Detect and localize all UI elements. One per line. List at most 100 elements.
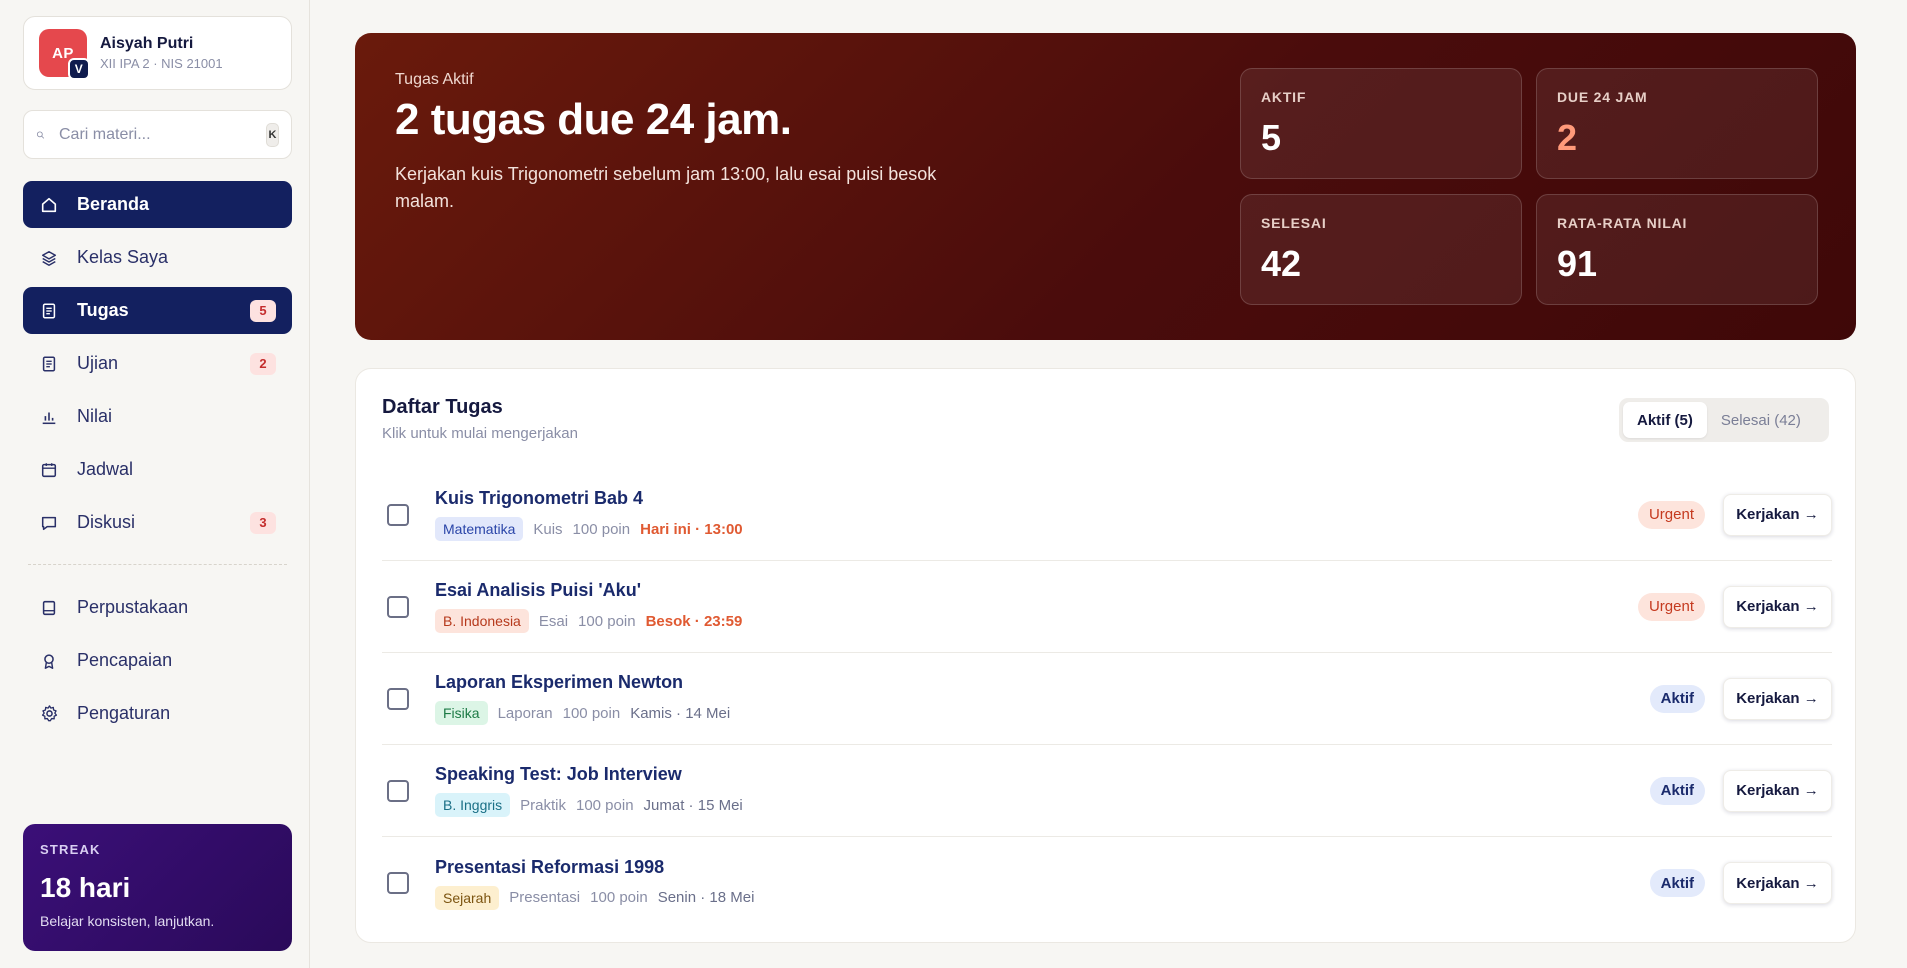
avatar-badge: V <box>68 58 90 80</box>
sidebar-item-beranda[interactable]: Beranda <box>23 181 292 228</box>
search-box[interactable]: K <box>23 110 292 159</box>
task-points: 100 poin <box>590 889 648 906</box>
sidebar-item-nilai[interactable]: Nilai <box>23 393 292 440</box>
task-title[interactable]: Esai Analisis Puisi 'Aku' <box>435 580 1638 601</box>
status-badge: Aktif <box>1649 869 1705 897</box>
status-badge: Urgent <box>1637 592 1705 621</box>
subject-tag: Fisika <box>435 701 488 725</box>
task-title[interactable]: Presentasi Reformasi 1998 <box>435 857 1650 878</box>
start-task-button[interactable]: Kerjakan → <box>1723 493 1832 536</box>
task-title[interactable]: Laporan Eksperimen Newton <box>435 672 1650 693</box>
sidebar-item-kelas-saya[interactable]: Kelas Saya <box>23 234 292 281</box>
stat-card-average: RATA-RATA NILAI 91 <box>1536 194 1818 305</box>
start-task-button[interactable]: Kerjakan → <box>1723 677 1832 720</box>
sidebar-item-pengaturan[interactable]: Pengaturan <box>23 690 292 737</box>
sidebar-item-jadwal[interactable]: Jadwal <box>23 446 292 493</box>
panel-subtitle: Klik untuk mulai mengerjakan <box>382 425 578 442</box>
home-icon <box>39 195 59 215</box>
task-info: Kuis Trigonometri Bab 4 Matematika Kuis … <box>435 488 1638 541</box>
sidebar-item-label: Pencapaian <box>77 650 173 670</box>
task-checkbox[interactable] <box>387 503 409 526</box>
subject-tag: Matematika <box>435 517 524 541</box>
sidebar-item-label: Ujian <box>77 353 119 373</box>
sidebar-item-label: Perpustakaan <box>77 597 189 617</box>
task-checkbox[interactable] <box>387 687 409 710</box>
hero-title: 2 tugas due 24 jam. <box>395 95 792 144</box>
task-meta: Matematika Kuis 100 poin Hari ini · 13:0… <box>435 517 1638 541</box>
profile-card[interactable]: AP V Aisyah Putri XII IPA 2 · NIS 21001 <box>23 16 292 90</box>
sidebar-item-label: Diskusi <box>77 512 136 532</box>
task-title[interactable]: Kuis Trigonometri Bab 4 <box>435 488 1638 509</box>
search-input[interactable] <box>59 125 266 144</box>
table-row[interactable]: Laporan Eksperimen Newton Fisika Laporan… <box>382 653 1832 745</box>
stat-value: 42 <box>1261 243 1302 284</box>
stat-label: DUE 24 JAM <box>1557 89 1648 105</box>
stat-label: AKTIF <box>1261 89 1307 105</box>
calendar-icon <box>39 460 59 480</box>
task-meta: Fisika Laporan 100 poin Kamis · 14 Mei <box>435 701 1650 725</box>
streak-subtitle: Belajar konsisten, lanjutkan. <box>40 913 215 929</box>
task-due: Kamis · 14 Mei <box>630 704 731 722</box>
sidebar-item-label: Pengaturan <box>77 703 171 723</box>
task-due: Hari ini · 13:00 <box>640 520 743 538</box>
award-icon <box>39 651 59 671</box>
sidebar-item-label: Kelas Saya <box>77 247 169 267</box>
task-checkbox[interactable] <box>387 872 409 894</box>
tab-selesai[interactable]: Selesai (42) <box>1707 402 1815 438</box>
table-row[interactable]: Esai Analisis Puisi 'Aku' B. Indonesia E… <box>382 561 1832 653</box>
streak-value: 18 hari <box>40 872 131 903</box>
sidebar-item-diskusi[interactable]: Diskusi 3 <box>23 499 292 546</box>
task-type: Praktik <box>520 796 566 814</box>
stat-value: 91 <box>1557 243 1598 284</box>
task-checkbox[interactable] <box>387 595 409 618</box>
subject-tag: B. Inggris <box>435 793 511 817</box>
task-due: Senin · 18 Mei <box>657 889 755 906</box>
status-badge: Urgent <box>1637 500 1705 529</box>
table-row[interactable]: Speaking Test: Job Interview B. Inggris … <box>382 745 1832 837</box>
sidebar-item-tugas[interactable]: Tugas 5 <box>23 287 292 334</box>
task-type: Laporan <box>497 704 553 722</box>
table-row[interactable]: Kuis Trigonometri Bab 4 Matematika Kuis … <box>382 469 1832 561</box>
book-icon <box>39 598 59 618</box>
table-row[interactable]: Presentasi Reformasi 1998 Sejarah Presen… <box>382 837 1832 929</box>
task-panel: Daftar Tugas Klik untuk mulai mengerjaka… <box>355 368 1856 943</box>
start-task-button[interactable]: Kerjakan → <box>1723 769 1832 812</box>
stat-label: RATA-RATA NILAI <box>1557 215 1688 231</box>
task-meta: B. Inggris Praktik 100 poin Jumat · 15 M… <box>435 793 1650 817</box>
stat-card-selesai: SELESAI 42 <box>1240 194 1522 305</box>
hero-banner: Tugas Aktif 2 tugas due 24 jam. Kerjakan… <box>355 33 1856 340</box>
task-info: Laporan Eksperimen Newton Fisika Laporan… <box>435 672 1650 725</box>
start-task-button[interactable]: Kerjakan → <box>1723 585 1832 628</box>
sidebar-item-pencapaian[interactable]: Pencapaian <box>23 637 292 684</box>
task-filter-tabs: Aktif (5) Selesai (42) <box>1619 398 1829 442</box>
sidebar-item-perpustakaan[interactable]: Perpustakaan <box>23 584 292 631</box>
profile-name: Aisyah Putri <box>100 35 194 52</box>
nav-divider <box>28 564 287 565</box>
task-checkbox[interactable] <box>387 779 409 802</box>
tab-aktif[interactable]: Aktif (5) <box>1623 402 1707 438</box>
search-icon <box>36 130 45 139</box>
task-meta: B. Indonesia Esai 100 poin Besok · 23:59 <box>435 609 1638 633</box>
task-points: 100 poin <box>578 612 636 630</box>
task-type: Kuis <box>533 520 563 538</box>
subject-tag: B. Indonesia <box>435 609 529 633</box>
layers-icon <box>39 248 59 268</box>
task-info: Presentasi Reformasi 1998 Sejarah Presen… <box>435 857 1650 910</box>
sidebar-item-label: Jadwal <box>77 459 134 479</box>
status-badge: Aktif <box>1649 776 1705 805</box>
start-task-button[interactable]: Kerjakan → <box>1723 862 1832 904</box>
hero-eyebrow: Tugas Aktif <box>395 71 474 88</box>
stat-card-due: DUE 24 JAM 2 <box>1536 68 1818 179</box>
sidebar-item-label: Nilai <box>77 406 113 426</box>
subject-tag: Sejarah <box>435 885 500 910</box>
sidebar-item-ujian[interactable]: Ujian 2 <box>23 340 292 387</box>
gear-icon <box>39 704 59 724</box>
panel-title: Daftar Tugas <box>382 396 503 418</box>
sidebar-nav: Beranda Kelas Saya Tugas 5 Ujian 2 Nilai… <box>23 181 292 743</box>
task-title[interactable]: Speaking Test: Job Interview <box>435 764 1650 785</box>
count-badge: 2 <box>250 352 276 375</box>
task-due: Besok · 23:59 <box>645 612 743 630</box>
sidebar: AP V Aisyah Putri XII IPA 2 · NIS 21001 … <box>0 0 310 968</box>
status-badge: Aktif <box>1649 684 1705 713</box>
avatar: AP V <box>39 29 90 80</box>
